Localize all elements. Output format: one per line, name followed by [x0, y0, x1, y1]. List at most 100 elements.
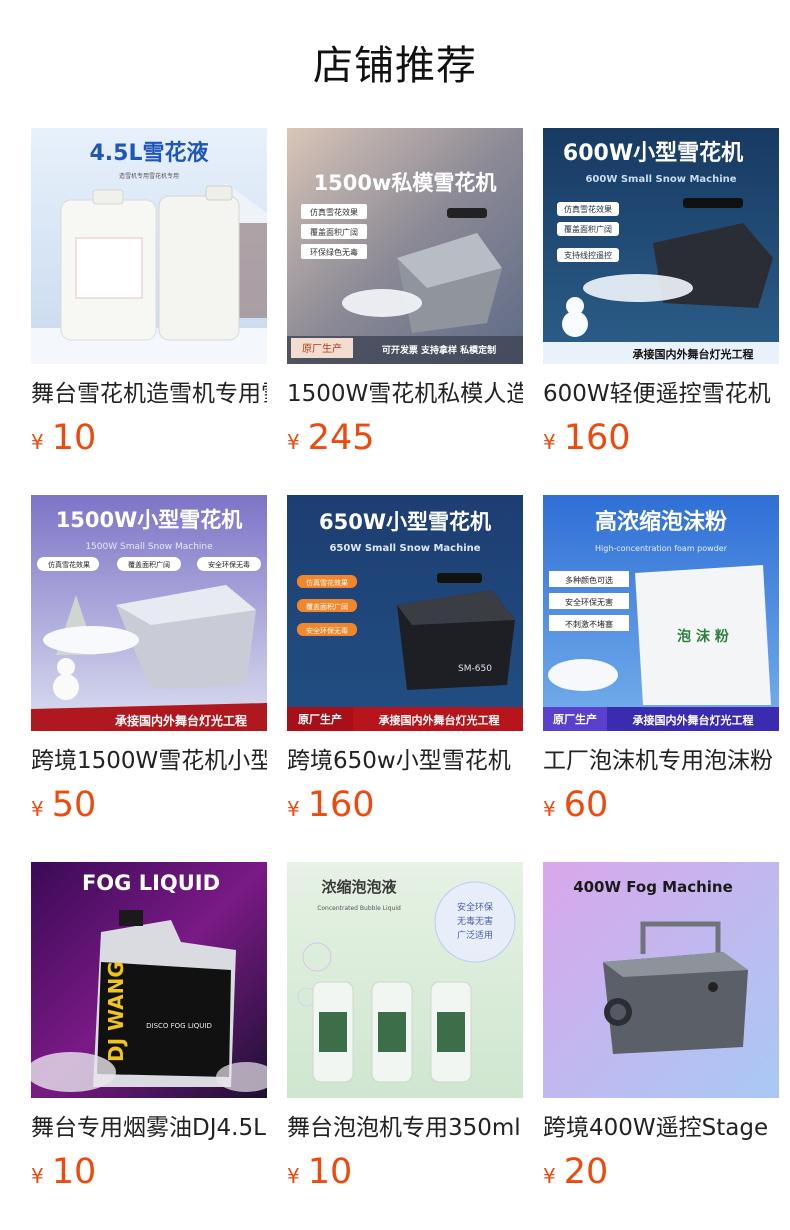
product-card[interactable]: 高浓缩泡沫粉 High-concentration foam powder 多种… — [543, 495, 779, 825]
product-image[interactable]: 650W小型雪花机 650W Small Snow Machine 仿真雪花效果… — [287, 495, 523, 731]
product-price: ¥50 — [31, 785, 267, 825]
product-name[interactable]: 1500W雪花机私模人造雪 — [287, 378, 523, 410]
currency-symbol: ¥ — [543, 1164, 556, 1188]
product-image[interactable]: 400W Fog Machine — [543, 862, 779, 1098]
product-price: ¥60 — [543, 785, 779, 825]
product-card[interactable]: 1500w私模雪花机 仿真雪花效果 覆盖面积广阔 环保绿色无毒 原厂生产 可开发… — [287, 128, 523, 458]
svg-text:覆盖面积广阔: 覆盖面积广阔 — [564, 224, 612, 234]
currency-symbol: ¥ — [31, 797, 44, 821]
product-name[interactable]: 工厂泡沫机专用泡沫粉 — [543, 745, 779, 777]
product-name[interactable]: 舞台专用烟雾油DJ4.5L — [31, 1112, 267, 1144]
svg-text:支持线控遥控: 支持线控遥控 — [564, 250, 612, 260]
product-image[interactable]: 1500w私模雪花机 仿真雪花效果 覆盖面积广阔 环保绿色无毒 原厂生产 可开发… — [287, 128, 523, 364]
product-card[interactable]: FOG LIQUID DJ WANG DISCO FOG LIQUID 舞台专用… — [31, 862, 267, 1192]
svg-text:DISCO FOG LIQUID: DISCO FOG LIQUID — [146, 1022, 212, 1030]
svg-text:安全环保无害: 安全环保无害 — [565, 597, 613, 607]
product-name[interactable]: 跨境1500W雪花机小型 — [31, 745, 267, 777]
product-card[interactable]: 400W Fog Machine 跨境400W遥控Stage ¥20 — [543, 862, 779, 1192]
product-card[interactable]: 1500W小型雪花机 1500W Small Snow Machine 仿真雪花… — [31, 495, 267, 825]
price-value: 50 — [51, 785, 97, 825]
price-value: 20 — [563, 1152, 609, 1192]
svg-text:4.5L雪花液: 4.5L雪花液 — [90, 140, 209, 166]
svg-text:400W Fog Machine: 400W Fog Machine — [573, 878, 733, 896]
svg-text:覆盖面积广阔: 覆盖面积广阔 — [128, 560, 170, 569]
product-image[interactable]: 高浓缩泡沫粉 High-concentration foam powder 多种… — [543, 495, 779, 731]
product-image[interactable]: 1500W小型雪花机 1500W Small Snow Machine 仿真雪花… — [31, 495, 267, 731]
svg-text:High-concentration foam powder: High-concentration foam powder — [595, 544, 728, 553]
svg-text:仿真雪花效果: 仿真雪花效果 — [564, 204, 612, 214]
svg-text:承接国内外舞台灯光工程: 承接国内外舞台灯光工程 — [115, 713, 247, 728]
price-value: 245 — [307, 418, 375, 458]
svg-text:环保绿色无毒: 环保绿色无毒 — [310, 247, 358, 257]
product-image[interactable]: FOG LIQUID DJ WANG DISCO FOG LIQUID — [31, 862, 267, 1098]
svg-text:可开发票 支持拿样 私模定制: 可开发票 支持拿样 私模定制 — [382, 344, 496, 356]
currency-symbol: ¥ — [31, 1164, 44, 1188]
product-card[interactable]: 4.5L雪花液 造雪机专用雪花机专用 舞台雪花机造雪机专用雪花液 ¥10 — [31, 128, 267, 458]
svg-text:1500W Small Snow Machine: 1500W Small Snow Machine — [85, 542, 213, 552]
svg-text:广泛适用: 广泛适用 — [457, 929, 493, 941]
svg-text:承接国内外舞台灯光工程: 承接国内外舞台灯光工程 — [379, 713, 500, 727]
price-value: 10 — [51, 1152, 97, 1192]
product-price: ¥245 — [287, 418, 523, 458]
price-value: 10 — [51, 418, 97, 458]
currency-symbol: ¥ — [543, 797, 556, 821]
currency-symbol: ¥ — [287, 797, 300, 821]
svg-text:无毒无害: 无毒无害 — [457, 915, 493, 927]
svg-text:SM-650: SM-650 — [458, 664, 492, 674]
svg-text:650W Small Snow Machine: 650W Small Snow Machine — [329, 543, 480, 554]
svg-text:安全环保: 安全环保 — [457, 901, 493, 913]
svg-text:600W Small Snow Machine: 600W Small Snow Machine — [585, 174, 736, 185]
svg-text:600W小型雪花机: 600W小型雪花机 — [563, 140, 743, 166]
product-image[interactable]: 4.5L雪花液 造雪机专用雪花机专用 — [31, 128, 267, 364]
product-price: ¥10 — [287, 1152, 523, 1192]
svg-text:高浓缩泡沫粉: 高浓缩泡沫粉 — [595, 509, 727, 535]
svg-text:泡 沫 粉: 泡 沫 粉 — [677, 628, 729, 645]
currency-symbol: ¥ — [31, 430, 44, 454]
product-price: ¥10 — [31, 418, 267, 458]
product-price: ¥160 — [287, 785, 523, 825]
price-value: 60 — [563, 785, 609, 825]
product-image[interactable]: 600W小型雪花机 600W Small Snow Machine 仿真雪花效果… — [543, 128, 779, 364]
svg-text:安全环保无毒: 安全环保无毒 — [306, 626, 348, 635]
product-card[interactable]: 浓缩泡泡液 Concentrated Bubble Liquid 安全环保 无毒… — [287, 862, 523, 1192]
product-name[interactable]: 跨境650w小型雪花机 — [287, 745, 523, 777]
svg-text:不刺激不堵塞: 不刺激不堵塞 — [565, 619, 613, 629]
svg-text:浓缩泡泡液: 浓缩泡泡液 — [321, 878, 397, 896]
svg-text:承接国内外舞台灯光工程: 承接国内外舞台灯光工程 — [633, 713, 754, 727]
currency-symbol: ¥ — [287, 430, 300, 454]
product-price: ¥20 — [543, 1152, 779, 1192]
currency-symbol: ¥ — [287, 1164, 300, 1188]
svg-text:1500w私模雪花机: 1500w私模雪花机 — [314, 171, 497, 195]
product-card[interactable]: 650W小型雪花机 650W Small Snow Machine 仿真雪花效果… — [287, 495, 523, 825]
product-image[interactable]: 浓缩泡泡液 Concentrated Bubble Liquid 安全环保 无毒… — [287, 862, 523, 1098]
svg-text:安全环保无毒: 安全环保无毒 — [208, 560, 250, 569]
svg-text:造雪机专用雪花机专用: 造雪机专用雪花机专用 — [119, 172, 179, 180]
price-value: 10 — [307, 1152, 353, 1192]
price-value: 160 — [307, 785, 375, 825]
svg-text:仿真雪花效果: 仿真雪花效果 — [310, 207, 358, 217]
svg-text:DJ WANG: DJ WANG — [104, 961, 128, 1062]
product-card[interactable]: 600W小型雪花机 600W Small Snow Machine 仿真雪花效果… — [543, 128, 779, 458]
svg-text:1500W小型雪花机: 1500W小型雪花机 — [56, 508, 243, 532]
price-value: 160 — [563, 418, 631, 458]
svg-text:覆盖面积广阔: 覆盖面积广阔 — [310, 227, 358, 237]
product-name[interactable]: 舞台泡泡机专用350ml — [287, 1112, 523, 1144]
product-name[interactable]: 600W轻便遥控雪花机 — [543, 378, 779, 410]
svg-text:原厂生产: 原厂生产 — [298, 712, 342, 726]
svg-text:仿真雪花效果: 仿真雪花效果 — [306, 578, 348, 587]
page-title: 店铺推荐 — [313, 43, 477, 89]
svg-text:多种颜色可选: 多种颜色可选 — [565, 575, 613, 585]
svg-text:原厂生产: 原厂生产 — [302, 342, 342, 355]
currency-symbol: ¥ — [543, 430, 556, 454]
product-name[interactable]: 跨境400W遥控Stage — [543, 1112, 779, 1144]
svg-text:原厂生产: 原厂生产 — [553, 712, 597, 726]
product-price: ¥10 — [31, 1152, 267, 1192]
svg-text:覆盖面积广阔: 覆盖面积广阔 — [306, 602, 348, 611]
svg-text:仿真雪花效果: 仿真雪花效果 — [48, 560, 90, 569]
product-price: ¥160 — [543, 418, 779, 458]
product-name[interactable]: 舞台雪花机造雪机专用雪花液 — [31, 378, 267, 410]
svg-text:650W小型雪花机: 650W小型雪花机 — [319, 510, 491, 534]
svg-text:Concentrated Bubble Liquid: Concentrated Bubble Liquid — [317, 905, 401, 912]
svg-text:承接国内外舞台灯光工程: 承接国内外舞台灯光工程 — [633, 347, 754, 361]
svg-text:FOG LIQUID: FOG LIQUID — [82, 871, 220, 895]
